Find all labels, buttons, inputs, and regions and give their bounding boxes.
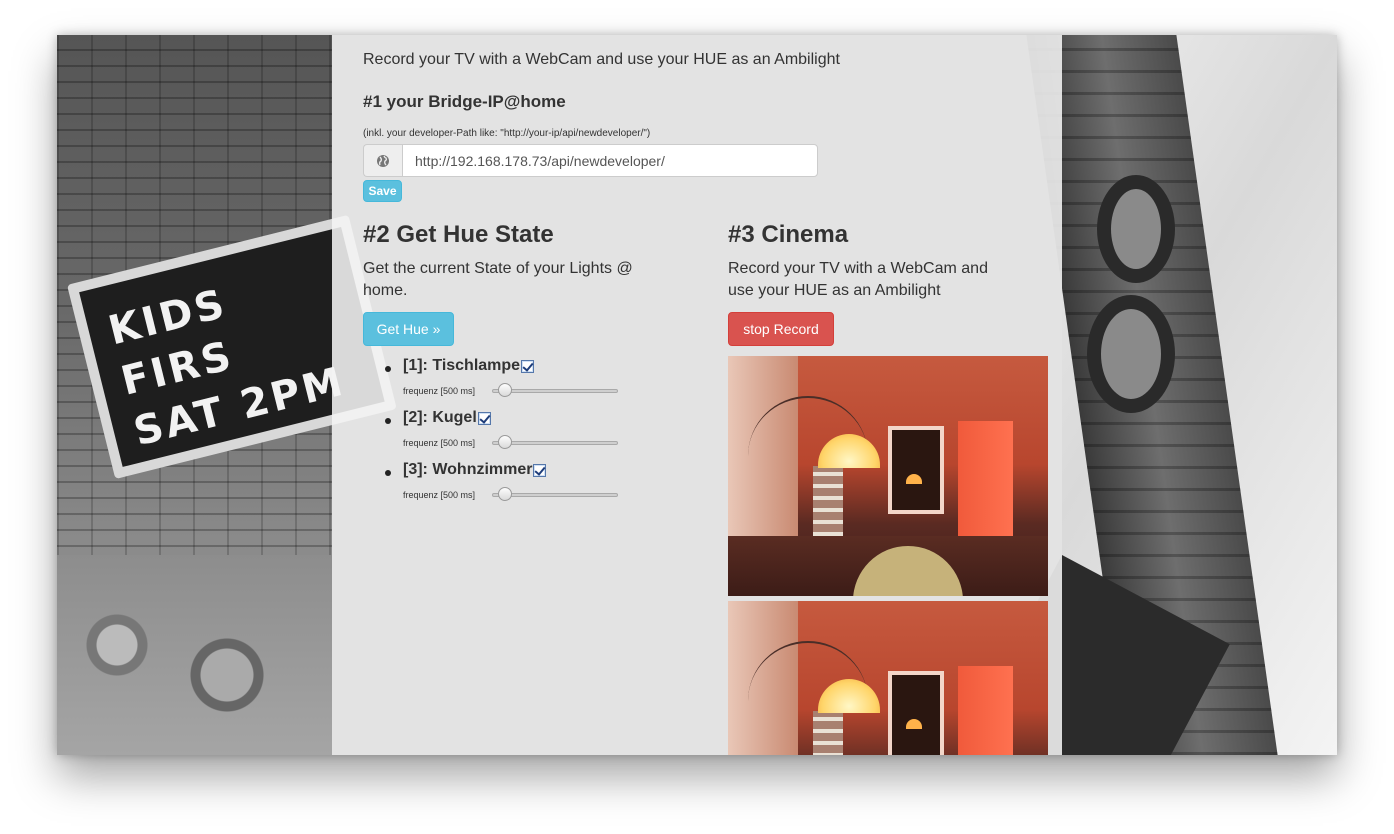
frequency-label: frequenz [500 ms] — [403, 386, 476, 396]
window-lamp-glow — [906, 719, 922, 729]
bridge-heading: #1 your Bridge-IP@home — [363, 92, 566, 111]
main-content-panel: Record your TV with a WebCam and use you… — [332, 35, 1062, 755]
list-item: [2]: Kugel frequenz [500 ms] — [363, 409, 703, 461]
background-ring-2 — [1087, 295, 1175, 413]
light-name: [1]: Tischlampe — [403, 357, 521, 374]
lights-list: [1]: Tischlampe frequenz [500 ms] [2]: K… — [363, 357, 703, 513]
frequency-label: frequenz [500 ms] — [403, 438, 476, 448]
cinema-description: Record your TV with a WebCam and use you… — [728, 260, 988, 299]
frequency-label: frequenz [500 ms] — [403, 490, 476, 500]
light-name: [3]: Wohnzimmer — [403, 461, 533, 478]
list-item: [3]: Wohnzimmer frequenz [500 ms] — [363, 461, 703, 513]
bullet — [385, 366, 391, 372]
save-button[interactable]: Save — [363, 180, 402, 202]
room-window — [888, 671, 944, 755]
shelf — [813, 466, 843, 536]
list-item: [1]: Tischlampe frequenz [500 ms] — [363, 357, 703, 409]
webcam-frame — [728, 356, 1048, 596]
get-hue-button[interactable]: Get Hue » — [363, 312, 454, 346]
slider-handle[interactable] — [498, 383, 512, 397]
room-window — [888, 426, 944, 514]
light-toggle-checkbox[interactable] — [477, 411, 491, 425]
slider-handle[interactable] — [498, 435, 512, 449]
window-lamp-glow — [906, 474, 922, 484]
light-name: [2]: Kugel — [403, 409, 477, 426]
shelf — [813, 711, 843, 755]
hue-state-heading: #2 Get Hue State — [363, 221, 554, 248]
intro-text: Record your TV with a WebCam and use you… — [363, 51, 840, 68]
slider-handle[interactable] — [498, 487, 512, 501]
webcam-frame — [728, 601, 1048, 755]
stop-record-button[interactable]: stop Record — [728, 312, 834, 346]
bridge-url-group — [363, 144, 818, 177]
bridge-url-input[interactable] — [402, 144, 818, 177]
bullet — [385, 470, 391, 476]
background-ornament — [57, 555, 332, 755]
door — [958, 666, 1013, 755]
browser-viewport: KIDS FIRS SAT 2PM Record your TV with a … — [57, 35, 1337, 755]
bridge-hint: (inkl. your developer-Path like: "http:/… — [363, 128, 651, 139]
background-ring-1 — [1097, 175, 1175, 283]
hue-state-description: Get the current State of your Lights @ h… — [363, 260, 633, 299]
globe-icon — [363, 144, 402, 177]
light-toggle-checkbox[interactable] — [521, 359, 535, 373]
bullet — [385, 418, 391, 424]
light-toggle-checkbox[interactable] — [533, 463, 547, 477]
cinema-heading: #3 Cinema — [728, 221, 849, 248]
